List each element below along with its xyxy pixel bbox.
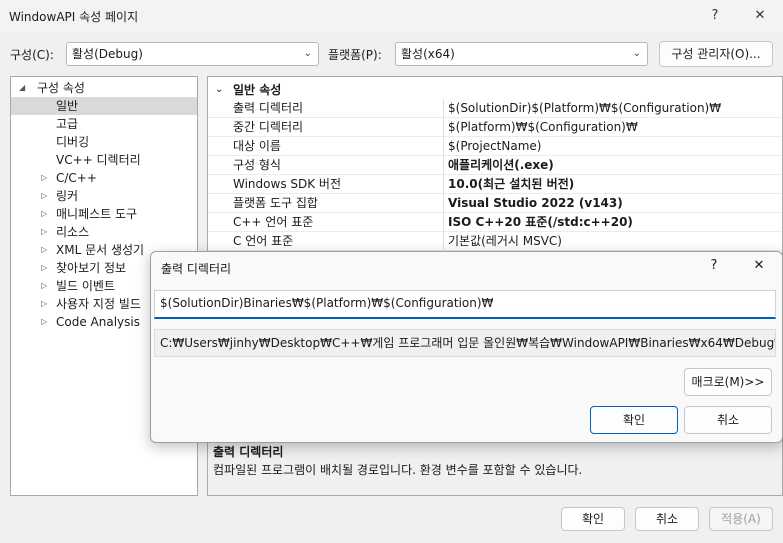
prop-value: $(Platform)₩$(Configuration)₩ xyxy=(448,120,638,134)
prop-value: 애플리케이션(.exe) xyxy=(448,158,554,172)
help-icon[interactable]: ? xyxy=(700,4,730,28)
apply-button[interactable]: 적용(A) xyxy=(709,507,773,531)
grid-category-label: 일반 속성 xyxy=(233,83,282,97)
tree-item-label: Code Analysis xyxy=(56,315,140,329)
prop-row-output-dir[interactable]: 출력 디렉터리 $(SolutionDir)$(Platform)₩$(Confi… xyxy=(208,99,782,118)
prop-value: Visual Studio 2022 (v143) xyxy=(448,196,623,210)
prop-name: 대상 이름 xyxy=(233,139,281,153)
collapsed-arrow-icon: ▷ xyxy=(41,227,48,236)
macros-button[interactable]: 매크로(M)>> xyxy=(684,368,772,396)
description-text: 컴파일된 프로그램이 배치될 경로입니다. 환경 변수를 포함할 수 있습니다. xyxy=(213,463,583,477)
cancel-button[interactable]: 취소 xyxy=(635,507,699,531)
config-select-value: 활성(Debug) xyxy=(72,47,143,61)
prop-value: $(SolutionDir)$(Platform)₩$(Configuratio… xyxy=(448,101,722,115)
prop-name: Windows SDK 버전 xyxy=(233,177,342,191)
prop-value: $(ProjectName) xyxy=(448,139,542,153)
prop-row-intermediate-dir[interactable]: 중간 디렉터리 $(Platform)₩$(Configuration)₩ xyxy=(208,118,782,137)
tree-item-label: 매니페스트 도구 xyxy=(56,207,138,221)
tree-item-label: 리소스 xyxy=(56,225,90,239)
tree-item-label: C/C++ xyxy=(56,171,97,185)
platform-select-value: 활성(x64) xyxy=(401,47,455,61)
prop-row-sdk-version[interactable]: Windows SDK 버전 10.0(최근 설치된 버전) xyxy=(208,175,782,194)
prop-value: 10.0(최근 설치된 버전) xyxy=(448,177,575,191)
collapsed-arrow-icon: ▷ xyxy=(41,209,48,218)
output-directory-dialog: 출력 디렉터리 ? ✕ $(SolutionDir)Binaries₩$(Pla… xyxy=(150,251,783,443)
dialog-ok-button[interactable]: 확인 xyxy=(590,406,678,434)
tree-item-label: 일반 xyxy=(56,99,79,113)
collapsed-arrow-icon: ▷ xyxy=(41,299,48,308)
prop-row-cpp-standard[interactable]: C++ 언어 표준 ISO C++20 표준(/std:c++20) xyxy=(208,213,782,232)
collapsed-arrow-icon: ▷ xyxy=(41,173,48,182)
evaluated-value-field: C:₩Users₩jinhy₩Desktop₩C++₩게임 프로그래머 입문 올… xyxy=(154,329,776,357)
tree-item-general[interactable]: 일반 xyxy=(11,97,197,115)
chevron-down-icon: ⌄ xyxy=(303,48,312,59)
platform-label: 플랫폼(P): xyxy=(328,48,382,62)
collapsed-arrow-icon: ▷ xyxy=(41,281,48,290)
tree-item-linker[interactable]: ▷ 링커 xyxy=(11,187,197,205)
tree-item-label: XML 문서 생성기 xyxy=(56,243,145,257)
tree-item-manifest-tool[interactable]: ▷ 매니페스트 도구 xyxy=(11,205,197,223)
dialog-title: 출력 디렉터리 xyxy=(161,262,232,276)
prop-value: ISO C++20 표준(/std:c++20) xyxy=(448,215,633,229)
expanded-arrow-icon: ◢ xyxy=(19,83,26,92)
close-icon[interactable]: ✕ xyxy=(747,258,771,273)
collapsed-arrow-icon: ▷ xyxy=(41,263,48,272)
tree-item-label: VC++ 디렉터리 xyxy=(56,153,141,167)
collapsed-arrow-icon: ▷ xyxy=(41,191,48,200)
collapsed-arrow-icon: ▷ xyxy=(41,317,48,326)
directory-edit-field[interactable]: $(SolutionDir)Binaries₩$(Platform)₩$(Con… xyxy=(154,290,776,319)
prop-name: 플랫폼 도구 집합 xyxy=(233,196,318,210)
ok-button[interactable]: 확인 xyxy=(561,507,625,531)
tree-item-label: 디버깅 xyxy=(56,135,90,149)
prop-name: 출력 디렉터리 xyxy=(233,101,304,115)
tree-root[interactable]: ◢ 구성 속성 xyxy=(11,79,197,97)
configuration-toolbar: 구성(C): 활성(Debug) ⌄ 플랫폼(P): 활성(x64) ⌄ 구성 … xyxy=(0,41,783,67)
tree-item-label: 사용자 지정 빌드 xyxy=(56,297,141,311)
platform-select[interactable]: 활성(x64) ⌄ xyxy=(395,42,648,66)
tree-item-c-cpp[interactable]: ▷ C/C++ xyxy=(11,169,197,187)
tree-item-label: 빌드 이벤트 xyxy=(56,279,116,293)
chevron-down-icon: ⌄ xyxy=(632,48,641,59)
prop-row-platform-toolset[interactable]: 플랫폼 도구 집합 Visual Studio 2022 (v143) xyxy=(208,194,782,213)
description-title: 출력 디렉터리 xyxy=(213,445,284,459)
window-title: WindowAPI 속성 페이지 xyxy=(9,10,139,24)
prop-value: 기본값(레거시 MSVC) xyxy=(448,234,562,248)
config-select[interactable]: 활성(Debug) ⌄ xyxy=(66,42,319,66)
description-pane: 출력 디렉터리 컴파일된 프로그램이 배치될 경로입니다. 환경 변수를 포함할… xyxy=(207,437,783,496)
dialog-cancel-button[interactable]: 취소 xyxy=(684,406,772,434)
tree-item-resources[interactable]: ▷ 리소스 xyxy=(11,223,197,241)
help-icon[interactable]: ? xyxy=(702,258,726,273)
tree-item-advanced[interactable]: 고급 xyxy=(11,115,197,133)
tree-item-debugging[interactable]: 디버깅 xyxy=(11,133,197,151)
tree-item-label: 링커 xyxy=(56,189,79,203)
prop-name: 중간 디렉터리 xyxy=(233,120,304,134)
config-manager-button[interactable]: 구성 관리자(O)... xyxy=(659,41,773,67)
prop-row-config-type[interactable]: 구성 형식 애플리케이션(.exe) xyxy=(208,156,782,175)
grid-category[interactable]: ⌄ 일반 속성 xyxy=(208,81,782,99)
prop-name: C++ 언어 표준 xyxy=(233,215,314,229)
close-icon[interactable]: ✕ xyxy=(745,4,775,28)
title-bar: WindowAPI 속성 페이지 ? ✕ xyxy=(0,0,783,32)
prop-row-c-standard[interactable]: C 언어 표준 기본값(레거시 MSVC) xyxy=(208,232,782,251)
chevron-down-icon: ⌄ xyxy=(215,84,224,95)
collapsed-arrow-icon: ▷ xyxy=(41,245,48,254)
prop-name: 구성 형식 xyxy=(233,158,281,172)
tree-item-label: 고급 xyxy=(56,117,79,131)
tree-item-vc-directories[interactable]: VC++ 디렉터리 xyxy=(11,151,197,169)
prop-row-target-name[interactable]: 대상 이름 $(ProjectName) xyxy=(208,137,782,156)
tree-item-label: 찾아보기 정보 xyxy=(56,261,127,275)
prop-name: C 언어 표준 xyxy=(233,234,294,248)
config-label: 구성(C): xyxy=(10,48,54,62)
tree-root-label: 구성 속성 xyxy=(37,81,85,95)
